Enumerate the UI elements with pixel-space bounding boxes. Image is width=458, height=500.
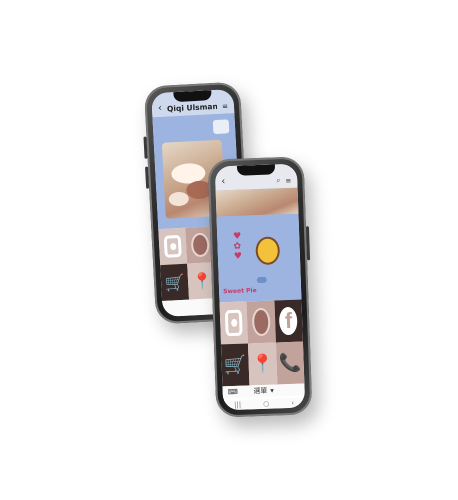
side-button	[145, 166, 150, 189]
food-graphic	[168, 191, 190, 207]
search-icon[interactable]: ⌕	[276, 176, 280, 185]
instagram-icon	[164, 235, 182, 258]
chevron-down-icon: ▾	[270, 386, 275, 395]
rich-menu-instagram[interactable]	[219, 301, 249, 345]
menu-icon[interactable]: ≡	[285, 177, 291, 185]
menu-icon[interactable]: ≡	[222, 102, 228, 110]
map-pin-icon: 📍	[251, 353, 275, 375]
front-phone-screen: ‹ ⌕ ≡ ♥ ✿ ♥ Sweet Pie f 🛒 📍 📞 ⌨ 選單 ▾ |||…	[214, 163, 306, 411]
chat-title: Qiqi Ulsmang	[166, 101, 218, 114]
rich-menu-brand[interactable]	[246, 300, 276, 344]
rich-menu-location[interactable]: 📍	[248, 342, 278, 386]
chat-title	[230, 186, 271, 187]
back-arrow-icon[interactable]: ‹	[158, 103, 163, 114]
home-icon[interactable]: ○	[263, 400, 269, 408]
cart-icon: 🛒	[164, 272, 186, 293]
rich-menu-instagram[interactable]	[158, 227, 188, 266]
brand-text-graphic: ♥ ✿ ♥	[233, 231, 243, 262]
facebook-icon: f	[279, 306, 299, 336]
brand-character-graphic	[255, 236, 281, 266]
menu-bar[interactable]: ⌨ 選單 ▾	[222, 383, 305, 399]
brand-sticker: ♥ ✿ ♥	[233, 224, 285, 272]
rich-menu-facebook[interactable]: f	[274, 299, 303, 343]
brand-logo-icon	[190, 232, 210, 258]
sweet-pie-tag: Sweet Pie	[223, 287, 257, 296]
back-arrow-icon[interactable]: ‹	[221, 176, 225, 187]
recent-apps-icon[interactable]: |||	[234, 401, 241, 409]
chat-bubble-icon[interactable]	[256, 276, 267, 284]
map-pin-icon: 📍	[191, 270, 213, 291]
rich-menu-shop[interactable]: 🛒	[160, 263, 190, 302]
instagram-icon	[225, 310, 243, 336]
phone-icon: 📞	[278, 352, 302, 374]
chat-area: ♥ ✿ ♥ Sweet Pie	[215, 187, 302, 303]
brand-logo-icon	[251, 307, 271, 337]
rich-menu: f 🛒 📍 📞	[219, 299, 305, 387]
keyboard-icon[interactable]: ⌨	[228, 388, 238, 396]
menu-label: 選單	[253, 386, 268, 396]
system-nav-bar: ||| ○ ‹	[222, 397, 306, 411]
rich-menu-call[interactable]: 📞	[275, 341, 305, 385]
front-phone: ‹ ⌕ ≡ ♥ ✿ ♥ Sweet Pie f 🛒 📍 📞 ⌨ 選單 ▾ |||…	[207, 156, 313, 418]
rich-menu-shop[interactable]: 🛒	[220, 343, 250, 387]
back-icon[interactable]: ‹	[291, 399, 294, 407]
header-photo	[215, 187, 299, 217]
side-button	[143, 136, 148, 159]
side-button	[305, 226, 311, 261]
notch	[236, 164, 275, 176]
cart-icon: 🛒	[223, 354, 247, 376]
chat-sticker	[212, 119, 230, 135]
